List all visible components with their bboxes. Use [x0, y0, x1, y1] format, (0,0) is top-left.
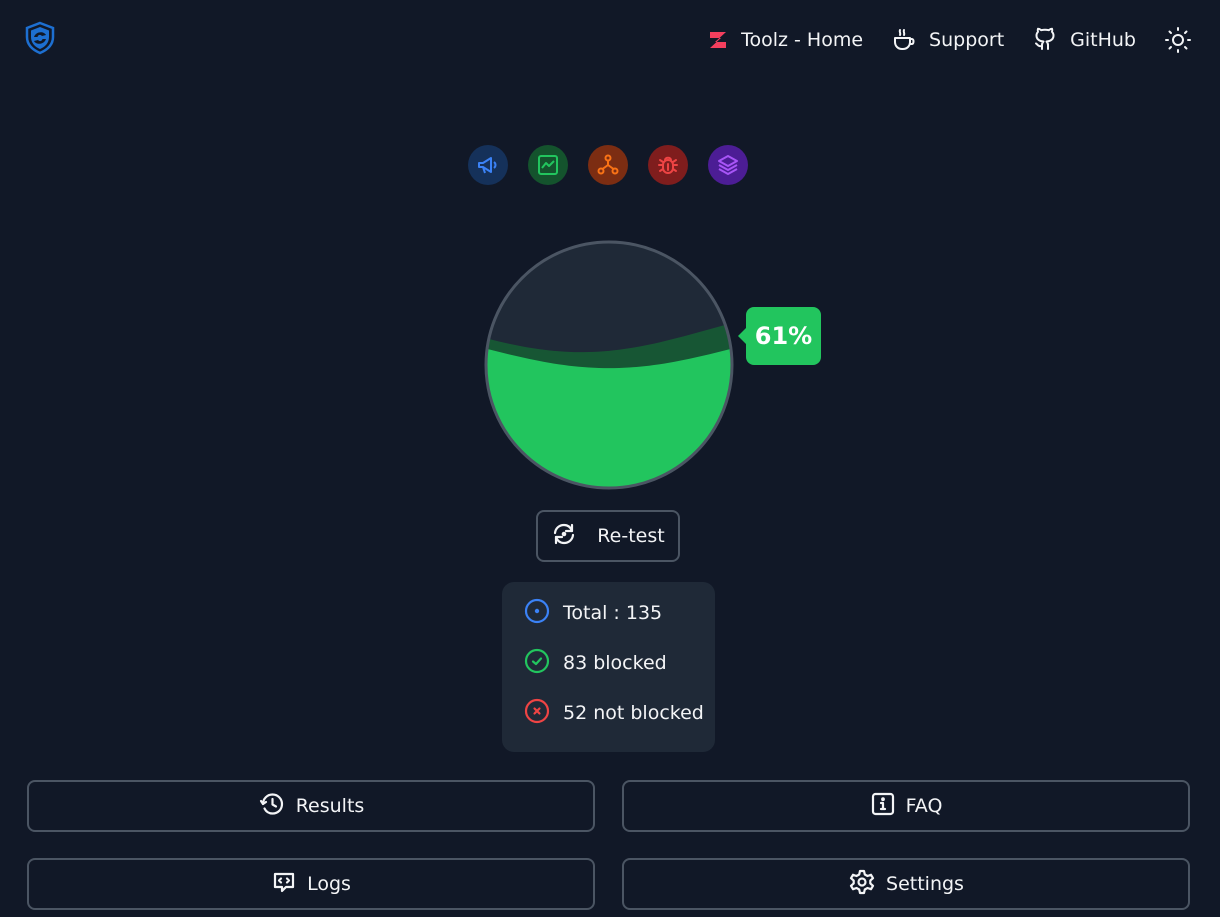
network-tracker-icon[interactable]: [588, 145, 628, 185]
x-circle-icon: [524, 698, 550, 729]
logs-button[interactable]: Logs: [27, 858, 595, 910]
logs-label: Logs: [307, 873, 351, 895]
coffee-icon: [891, 27, 917, 53]
target-circle-icon: [524, 598, 550, 629]
message-code-icon: [271, 869, 297, 900]
social-layers-icon[interactable]: [708, 145, 748, 185]
gear-icon: [848, 868, 876, 901]
analytics-chart-icon[interactable]: [528, 145, 568, 185]
stat-not-blocked: 52 not blocked: [524, 698, 715, 729]
support-link[interactable]: Support: [891, 27, 1004, 53]
score-percent-label: 61%: [754, 322, 813, 350]
refresh-icon: [551, 521, 577, 552]
toolz-logo-icon: [707, 29, 729, 51]
stat-blocked: 83 blocked: [524, 648, 715, 679]
github-label: GitHub: [1070, 29, 1136, 51]
faq-label: FAQ: [905, 795, 943, 817]
results-label: Results: [295, 795, 365, 817]
theme-toggle-sun-icon[interactable]: [1164, 26, 1192, 54]
error-bug-icon[interactable]: [648, 145, 688, 185]
faq-button[interactable]: FAQ: [622, 780, 1190, 832]
results-button[interactable]: Results: [27, 780, 595, 832]
settings-button[interactable]: Settings: [622, 858, 1190, 910]
retest-button[interactable]: Re-test: [536, 510, 680, 562]
blocked-label: 83 blocked: [563, 652, 667, 674]
total-label: Total : 135: [563, 602, 663, 624]
test-category-icons: [468, 145, 748, 185]
check-circle-icon: [524, 648, 550, 679]
settings-label: Settings: [886, 873, 964, 895]
top-nav: Toolz - Home Support GitHub: [707, 20, 1192, 60]
ads-megaphone-icon[interactable]: [468, 145, 508, 185]
retest-label: Re-test: [597, 525, 665, 547]
score-percent-badge: 61%: [738, 307, 821, 365]
toolz-home-link[interactable]: Toolz - Home: [707, 29, 863, 51]
score-gauge: [484, 240, 734, 490]
github-link[interactable]: GitHub: [1032, 27, 1136, 53]
shield-logo-icon[interactable]: [22, 20, 58, 56]
support-label: Support: [929, 29, 1005, 51]
stats-panel: Total : 135 83 blocked 52 not blocked: [502, 582, 715, 752]
not-blocked-label: 52 not blocked: [563, 702, 704, 724]
info-square-icon: [870, 791, 896, 822]
github-icon: [1032, 27, 1058, 53]
stat-total: Total : 135: [524, 598, 715, 629]
history-icon: [258, 790, 286, 823]
toolz-home-label: Toolz - Home: [741, 29, 864, 51]
